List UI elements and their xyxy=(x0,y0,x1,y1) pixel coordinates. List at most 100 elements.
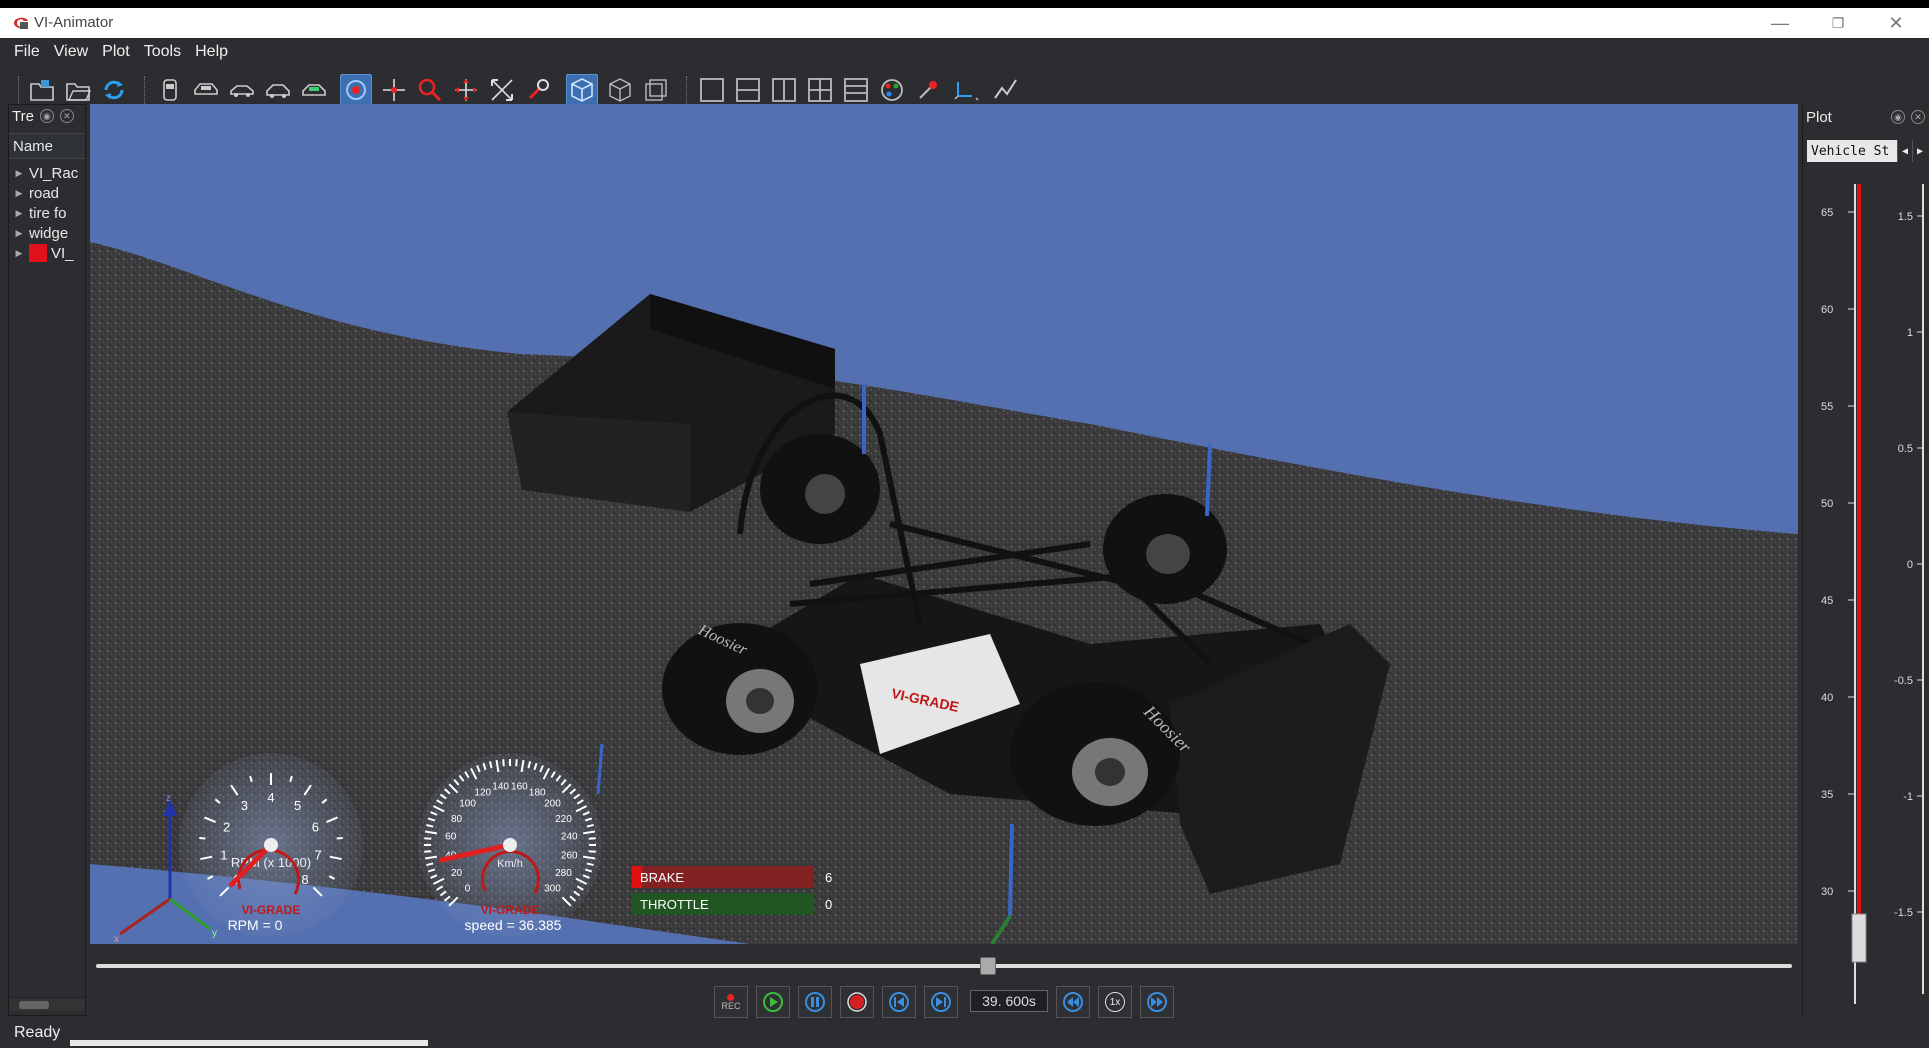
measure-button[interactable] xyxy=(522,74,554,106)
layout-hsplit-button[interactable] xyxy=(732,74,764,106)
rewind-button[interactable] xyxy=(1056,986,1090,1018)
color-button[interactable] xyxy=(876,74,908,106)
axis-x-label: x xyxy=(114,934,119,944)
pin-icon xyxy=(919,81,937,99)
arrow-right-icon[interactable]: ▶ xyxy=(1912,140,1927,162)
plot-selector[interactable]: Vehicle St ◀ ▶ xyxy=(1807,140,1927,162)
speed-tick-label: 300 xyxy=(544,883,561,894)
float-icon[interactable]: ◉ xyxy=(39,109,54,123)
zoom-extent-button[interactable] xyxy=(486,74,518,106)
reload-icon xyxy=(104,80,124,100)
palette-icon xyxy=(881,79,903,101)
fast-forward-icon xyxy=(1147,992,1167,1012)
record-dot-icon xyxy=(727,993,735,1001)
fast-forward-button[interactable] xyxy=(1140,986,1174,1018)
pause-button[interactable] xyxy=(798,986,832,1018)
toolbar-grip[interactable] xyxy=(686,76,689,106)
step-forward-button[interactable] xyxy=(924,986,958,1018)
restore-button[interactable]: ❐ xyxy=(1809,8,1867,38)
menu-tools[interactable]: Tools xyxy=(144,43,181,61)
expand-arrow-icon[interactable]: ▶ xyxy=(9,248,29,259)
view-chase-button[interactable] xyxy=(262,74,294,106)
skip-back-icon xyxy=(889,992,909,1012)
expand-arrow-icon[interactable]: ▶ xyxy=(9,208,29,219)
record-button[interactable]: REC xyxy=(714,986,748,1018)
reload-button[interactable] xyxy=(98,74,130,106)
window-title: VI-Animator xyxy=(34,14,114,31)
arrow-left-icon[interactable]: ◀ xyxy=(1897,140,1912,162)
expand-arrow-icon[interactable]: ▶ xyxy=(9,228,29,239)
trajectory-icon xyxy=(994,79,1017,99)
rpm-tick-label: 4 xyxy=(267,790,274,805)
expand-arrow-icon[interactable]: ▶ xyxy=(9,188,29,199)
tree-item-vi-race[interactable]: ▶ VI_Rac xyxy=(9,163,85,183)
fit-button[interactable] xyxy=(450,74,482,106)
tree-horizontal-scrollbar[interactable] xyxy=(9,997,85,1011)
timeline-slider[interactable] xyxy=(96,964,1792,968)
stop-button[interactable] xyxy=(840,986,874,1018)
plot-selector-arrows: ◀ ▶ xyxy=(1897,140,1927,162)
menu-help[interactable]: Help xyxy=(195,43,228,61)
playback-bar: REC 39. 600s 1x xyxy=(90,946,1798,1024)
wireframe-button[interactable] xyxy=(604,74,636,106)
tree-column-header[interactable]: Name xyxy=(9,133,85,159)
plot-left-tick-label: 55 xyxy=(1821,401,1833,413)
menu-view[interactable]: View xyxy=(54,43,88,61)
throttle-value: 0 xyxy=(825,897,832,912)
view-driver-button[interactable] xyxy=(154,74,186,106)
tree-item-vi[interactable]: ▶ VI_ xyxy=(9,243,85,263)
new-session-button[interactable] xyxy=(26,74,58,106)
layout-vsplit-button[interactable] xyxy=(768,74,800,106)
tree-item-road[interactable]: ▶ road xyxy=(9,183,85,203)
rpm-tick-label: 6 xyxy=(312,820,319,835)
rpm-tick xyxy=(199,836,206,840)
brake-value: 6 xyxy=(825,870,832,885)
menu-file[interactable]: File xyxy=(14,43,40,61)
layout-single-button[interactable] xyxy=(696,74,728,106)
close-panel-icon[interactable]: ✕ xyxy=(1911,110,1925,124)
scrollbar-thumb[interactable] xyxy=(19,1001,49,1009)
expand-arrow-icon[interactable]: ▶ xyxy=(9,168,29,179)
marker-button[interactable] xyxy=(912,74,944,106)
tree-item-tire[interactable]: ▶ tire fo xyxy=(9,203,85,223)
toolbar-grip[interactable] xyxy=(18,76,21,106)
speed-unit-label: Km/h xyxy=(497,858,523,870)
layout-rows-button[interactable] xyxy=(840,74,872,106)
pan-button[interactable] xyxy=(378,74,410,106)
speed-tick-label: 180 xyxy=(529,788,546,799)
layout-quad-button[interactable] xyxy=(804,74,836,106)
view-rear-button[interactable] xyxy=(226,74,258,106)
layout-grid-icon xyxy=(808,78,832,102)
solid-view-button[interactable] xyxy=(566,74,598,106)
layout-single-icon xyxy=(700,78,724,102)
perspective-button[interactable] xyxy=(640,74,672,106)
close-button[interactable]: ✕ xyxy=(1867,8,1925,38)
3d-viewport[interactable]: VI-GRADE Hoosier Hoosier z x y 1 2 3 4 5… xyxy=(90,104,1798,944)
play-button[interactable] xyxy=(756,986,790,1018)
rpm-tick xyxy=(336,836,343,840)
menu-plot[interactable]: Plot xyxy=(102,43,130,61)
rpm-gauge: 123456780 RPM (x 1000) VI-GRADE RPM = 0 xyxy=(179,753,363,937)
plot-right-tick-label: 0.5 xyxy=(1898,443,1913,455)
view-side-button[interactable] xyxy=(190,74,222,106)
tree-item-widget[interactable]: ▶ widge xyxy=(9,223,85,243)
float-icon[interactable]: ◉ xyxy=(1891,110,1905,124)
plot-right-tick-label: -0.5 xyxy=(1894,675,1913,687)
minimize-button[interactable]: — xyxy=(1751,8,1809,38)
zoom-button[interactable] xyxy=(414,74,446,106)
plot-area[interactable]: 65 60 55 50 45 40 35 30 1.5 1 0.5 0 -0.5 -1 -1.5 xyxy=(1807,174,1927,1004)
timeline-slider-knob[interactable] xyxy=(980,957,997,975)
orbit-button[interactable] xyxy=(340,74,372,106)
trajectory-button[interactable] xyxy=(990,74,1022,106)
time-display[interactable]: 39. 600s xyxy=(970,990,1048,1012)
toolbar-grip[interactable] xyxy=(144,76,147,106)
car-side-icon xyxy=(194,83,218,95)
close-panel-icon[interactable]: ✕ xyxy=(59,109,74,123)
axis-button[interactable] xyxy=(950,74,982,106)
tree-panel-header: Tre ◉ ✕ xyxy=(9,105,85,127)
view-top-button[interactable] xyxy=(298,74,330,106)
playback-speed-button[interactable]: 1x xyxy=(1098,986,1132,1018)
plot-panel-header: Plot ◉ ✕ xyxy=(1803,106,1929,128)
step-back-button[interactable] xyxy=(882,986,916,1018)
open-button[interactable] xyxy=(62,74,94,106)
